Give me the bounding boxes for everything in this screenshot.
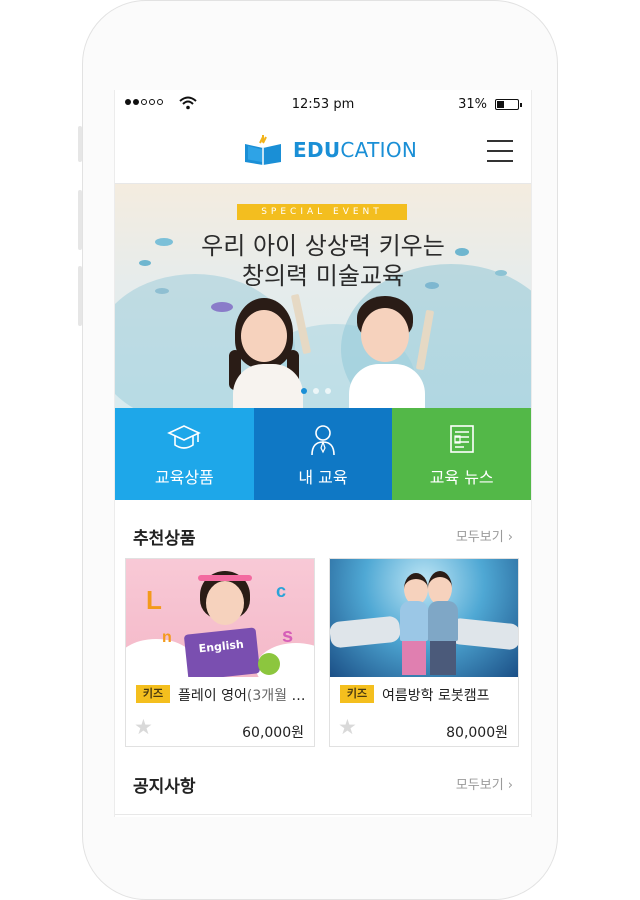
category-badge: 키즈 bbox=[340, 685, 374, 703]
boy-illustration bbox=[337, 296, 437, 408]
battery-percent: 31% bbox=[458, 97, 487, 112]
promo-banner[interactable]: SPECIAL EVENT 우리 아이 상상력 키우는 창의력 미술교육 bbox=[115, 184, 531, 408]
product-image bbox=[330, 559, 518, 677]
product-card[interactable]: 키즈 여름방학 로봇캠프 ★ 80,000원 bbox=[329, 558, 519, 747]
recommended-title: 추천상품 bbox=[133, 529, 196, 549]
product-image: L c s n English bbox=[126, 559, 314, 677]
category-badge: 키즈 bbox=[136, 685, 170, 703]
quick-menu-education-products[interactable]: 교육상품 bbox=[115, 408, 254, 500]
app-screen: 12:53 pm 31% EDUCATION SPECIAL EVENT 우리 … bbox=[114, 90, 532, 817]
person-icon bbox=[311, 425, 335, 456]
event-tag: SPECIAL EVENT bbox=[237, 204, 407, 220]
favorite-star-icon[interactable]: ★ bbox=[338, 717, 357, 738]
product-name: 여름방학 로봇캠프 bbox=[382, 688, 490, 704]
banner-subheadline: 창의력 미술교육 bbox=[241, 262, 405, 290]
favorite-star-icon[interactable]: ★ bbox=[134, 717, 153, 738]
recommended-more-link[interactable]: 모두보기 › bbox=[456, 526, 513, 545]
logo-text: EDUCATION bbox=[293, 138, 418, 162]
book-image-label: English bbox=[183, 627, 261, 677]
phone-side-button bbox=[78, 126, 82, 162]
graduation-cap-icon bbox=[167, 425, 202, 449]
divider bbox=[115, 814, 531, 815]
phone-side-button bbox=[78, 266, 82, 326]
app-header: EDUCATION bbox=[115, 120, 531, 184]
battery-icon bbox=[495, 99, 522, 110]
quick-menu-education-news[interactable]: 교육 뉴스 bbox=[392, 408, 531, 500]
quick-menu-my-education[interactable]: 내 교육 bbox=[253, 408, 393, 500]
product-card[interactable]: L c s n English 키즈 플레이 영어(3개월 2... ★ 60,… bbox=[125, 558, 315, 747]
product-name: 플레이 영어(3개월 2... bbox=[178, 688, 308, 704]
product-price: 80,000원 bbox=[446, 725, 508, 741]
quick-menu: 교육상품 내 교육 교육 뉴스 bbox=[115, 408, 531, 500]
phone-side-button bbox=[78, 190, 82, 250]
logo[interactable]: EDUCATION bbox=[243, 134, 417, 166]
quick-menu-label: 내 교육 bbox=[298, 468, 348, 487]
document-icon bbox=[449, 425, 474, 453]
quick-menu-label: 교육 뉴스 bbox=[429, 468, 494, 487]
quick-menu-label: 교육상품 bbox=[154, 468, 214, 487]
hamburger-menu-icon[interactable] bbox=[487, 140, 513, 162]
carousel-indicator[interactable] bbox=[301, 388, 331, 394]
status-bar: 12:53 pm 31% bbox=[115, 90, 531, 120]
book-logo-icon bbox=[245, 135, 281, 165]
product-price: 60,000원 bbox=[242, 725, 304, 741]
notice-more-link[interactable]: 모두보기 › bbox=[456, 774, 513, 793]
notice-title: 공지사항 bbox=[133, 777, 196, 797]
